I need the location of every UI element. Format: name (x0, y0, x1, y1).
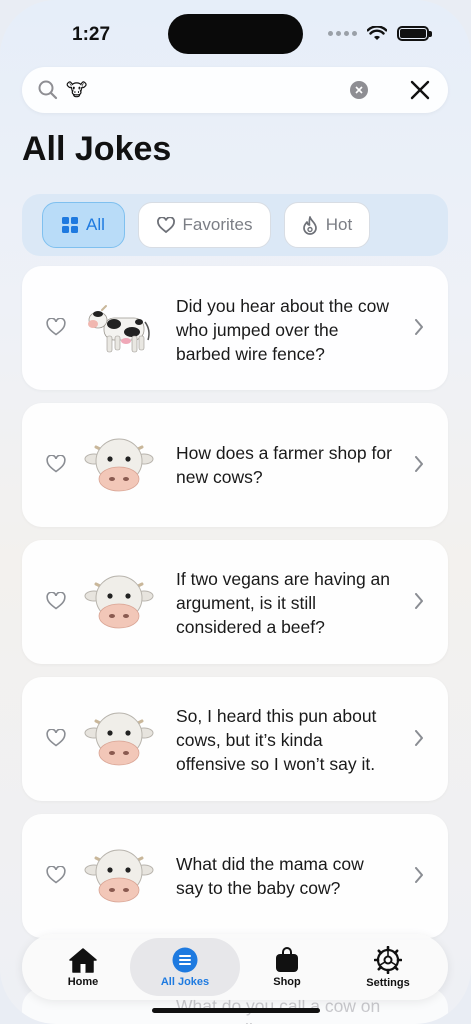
favorite-heart-icon[interactable] (46, 455, 66, 473)
tab-settings-label: Settings (366, 976, 410, 989)
joke-text: If two vegans are having an argument, is… (176, 569, 391, 637)
tab-hot[interactable]: Hot (284, 202, 370, 248)
favorite-heart-icon[interactable] (46, 318, 66, 336)
chevron-right-icon (415, 730, 423, 746)
close-search-button[interactable] (408, 78, 432, 102)
status-time: 1:27 (72, 24, 111, 45)
joke-card[interactable]: Did you hear about the cow who jumped ov… (22, 266, 448, 390)
tab-shop-label: Shop (273, 975, 301, 988)
chevron-right-icon (415, 867, 423, 883)
tab-settings[interactable]: Settings (346, 938, 430, 996)
search-icon (38, 80, 58, 100)
clear-icon (355, 86, 363, 94)
joke-text: So, I heard this pun about cows, but it’… (176, 706, 377, 774)
clear-search-button[interactable] (350, 81, 368, 99)
joke-card[interactable]: So, I heard this pun about cows, but it’… (22, 677, 448, 801)
flame-icon (302, 215, 317, 235)
search-input[interactable] (66, 79, 316, 101)
dynamic-island (168, 14, 303, 54)
bottom-tab-bar: Home All Jokes Shop Settings (22, 934, 448, 1000)
cow-face-icon (84, 575, 154, 629)
tab-home[interactable]: Home (42, 938, 124, 996)
chevron-right-icon (415, 593, 423, 609)
heart-icon (156, 217, 175, 233)
shopping-bag-icon (276, 946, 298, 972)
signal-icon (328, 31, 357, 36)
joke-text: Did you hear about the cow who jumped ov… (176, 296, 390, 364)
gear-icon (374, 945, 402, 974)
page-title: All Jokes (22, 130, 172, 168)
favorite-heart-icon[interactable] (46, 729, 66, 747)
chevron-right-icon (415, 456, 423, 472)
filter-tabs: All Favorites Hot (22, 194, 448, 256)
joke-card[interactable]: What did the mama cow say to the baby co… (22, 814, 448, 938)
cow-icon (88, 305, 150, 353)
list-circle-icon (172, 947, 198, 972)
tab-all-jokes-label: All Jokes (160, 975, 210, 988)
favorite-heart-icon[interactable] (46, 592, 66, 610)
battery-icon (397, 26, 432, 41)
tab-all[interactable]: All (42, 202, 125, 248)
joke-text: How does a farmer shop for new cows? (176, 443, 392, 487)
cow-face-icon (84, 712, 154, 766)
joke-card[interactable]: If two vegans are having an argument, is… (22, 540, 448, 664)
wifi-icon (367, 26, 387, 40)
search-bar (22, 67, 448, 113)
status-icons (328, 26, 432, 41)
favorite-heart-icon[interactable] (46, 866, 66, 884)
house-icon (69, 947, 97, 973)
phone-screen: 1:27 All Jokes (0, 0, 471, 1024)
tab-shop[interactable]: Shop (246, 938, 328, 996)
cow-face-icon (84, 438, 154, 492)
chevron-right-icon (415, 319, 423, 335)
tab-all-label: All (86, 215, 105, 234)
grid-icon (62, 217, 79, 233)
home-indicator (152, 1008, 320, 1013)
tab-all-jokes[interactable]: All Jokes (130, 938, 240, 996)
tab-favorites-label: Favorites (182, 215, 253, 234)
cow-face-icon (84, 849, 154, 903)
joke-card[interactable]: How does a farmer shop for new cows? (22, 403, 448, 527)
tab-hot-label: Hot (325, 215, 353, 234)
joke-text: What did the mama cow say to the baby co… (176, 854, 364, 898)
tab-favorites[interactable]: Favorites (138, 202, 271, 248)
tab-home-label: Home (67, 975, 99, 988)
